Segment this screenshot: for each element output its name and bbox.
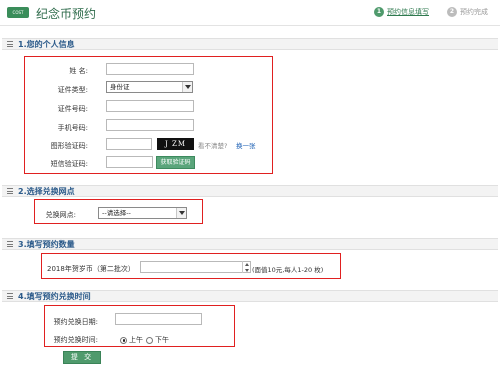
- id-number-label: 证件号码:: [57, 105, 88, 113]
- radio-afternoon-label: 下午: [155, 336, 169, 344]
- list-icon: [7, 241, 13, 247]
- quantity-hint: (面值10元,每人1-20 枚): [252, 266, 324, 274]
- step-number-icon: 1: [374, 7, 384, 17]
- captcha-image[interactable]: J ZM: [157, 138, 194, 150]
- get-sms-code-button[interactable]: 获取验证码: [156, 156, 195, 169]
- page-title: 纪念币预约: [36, 7, 97, 21]
- exchange-point-label: 兑换网点:: [45, 211, 76, 219]
- section-header-personal: 1.您的个人信息: [2, 38, 498, 50]
- section-header-quantity: 3.填写预约数量: [2, 238, 498, 250]
- time-radio-group: 上午 下午: [120, 335, 172, 345]
- sms-label: 短信验证码:: [50, 160, 88, 168]
- id-type-select[interactable]: 身份证: [106, 81, 193, 93]
- logo: COST: [7, 7, 29, 18]
- sms-code-input[interactable]: [106, 156, 153, 168]
- radio-afternoon[interactable]: 下午: [146, 335, 169, 345]
- time-label: 预约兑换时间:: [53, 336, 98, 344]
- section-header-time: 4.填写预约兑换时间: [2, 290, 498, 302]
- section-title: 4.填写预约兑换时间: [18, 291, 91, 301]
- section-title: 3.填写预约数量: [18, 239, 75, 249]
- step-label: 预约信息填写: [387, 8, 429, 16]
- phone-label: 手机号码:: [57, 124, 88, 132]
- quantity-input[interactable]: [140, 261, 251, 273]
- exchange-point-value: --请选择--: [102, 209, 131, 217]
- radio-checked-icon[interactable]: [120, 336, 127, 344]
- captcha-input[interactable]: [106, 138, 152, 150]
- list-icon: [7, 41, 13, 47]
- radio-morning[interactable]: 上午: [120, 335, 143, 345]
- date-label: 预约兑换日期:: [53, 318, 98, 326]
- id-type-label: 证件类型:: [57, 86, 88, 94]
- section-title: 1.您的个人信息: [18, 39, 75, 49]
- name-label: 姓 名:: [69, 67, 88, 75]
- step-fill-info[interactable]: 1 预约信息填写: [374, 6, 429, 18]
- id-number-input[interactable]: [106, 100, 194, 112]
- arrow-up-icon[interactable]: [244, 262, 249, 266]
- section-title: 2.选择兑换网点: [18, 186, 75, 196]
- step-label: 预约完成: [460, 8, 488, 16]
- captcha-refresh-link[interactable]: 换一张: [236, 140, 256, 150]
- id-type-value: 身份证: [110, 83, 130, 91]
- name-input[interactable]: [106, 63, 194, 75]
- coin-label: 2018年贺岁币（第二批次）: [47, 265, 135, 273]
- captcha-hint: 看不清楚?: [198, 142, 228, 150]
- step-number-icon: 2: [447, 7, 457, 17]
- radio-morning-label: 上午: [129, 336, 143, 344]
- phone-input[interactable]: [106, 119, 194, 131]
- captcha-label: 图形验证码:: [50, 142, 88, 150]
- list-icon: [7, 293, 13, 299]
- chevron-down-icon: [176, 208, 186, 218]
- section-header-exchange-point: 2.选择兑换网点: [2, 185, 498, 197]
- radio-unchecked-icon[interactable]: [146, 336, 153, 344]
- quantity-stepper[interactable]: [242, 261, 250, 273]
- exchange-point-select[interactable]: --请选择--: [98, 207, 187, 219]
- list-icon: [7, 188, 13, 194]
- date-input[interactable]: [115, 313, 202, 325]
- chevron-down-icon: [182, 82, 192, 92]
- step-complete: 2 预约完成: [447, 6, 488, 18]
- arrow-down-icon[interactable]: [244, 268, 249, 272]
- submit-button[interactable]: 提 交: [63, 351, 101, 364]
- page-header: COST 纪念币预约 1 预约信息填写 2 预约完成: [0, 0, 500, 26]
